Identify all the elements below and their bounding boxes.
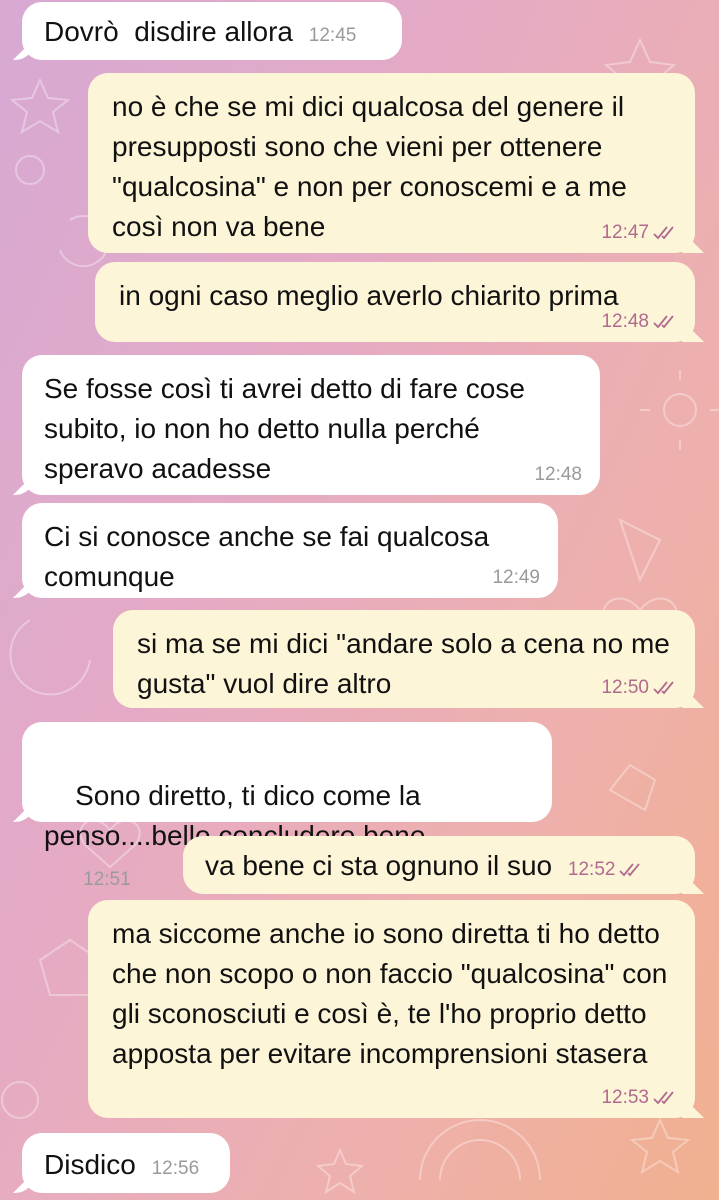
message-text: si ma se mi dici "andare solo a cena no … — [137, 628, 678, 699]
message-meta: 12:48 — [534, 465, 582, 485]
message-time: 12:45 — [308, 25, 357, 46]
message-bubble-incoming[interactable]: Dovrò disdire allora 12:45 — [22, 2, 402, 60]
message-meta: 12:52 — [568, 860, 644, 880]
message-text: Dovrò disdire allora — [44, 16, 293, 47]
message-bubble-outgoing[interactable]: no è che se mi dici qualcosa del genere … — [88, 73, 695, 253]
double-check-icon — [653, 226, 674, 240]
message-bubble-incoming[interactable]: Ci si conosce anche se fai qualcosa comu… — [22, 503, 558, 598]
message-text: ma siccome anche io sono diretta ti ho d… — [112, 918, 676, 1069]
message-time: 12:50 — [601, 677, 649, 698]
message-meta: 12:47 — [601, 223, 677, 243]
message-bubble-outgoing[interactable]: si ma se mi dici "andare solo a cena no … — [113, 610, 695, 708]
message-meta: 12:50 — [601, 678, 677, 698]
message-time: 12:51 — [83, 869, 131, 890]
message-text: no è che se mi dici qualcosa del genere … — [112, 91, 635, 242]
message-time: 12:56 — [151, 1158, 200, 1179]
message-text: in ogni caso meglio averlo chiarito prim… — [119, 280, 619, 311]
double-check-icon — [653, 1091, 674, 1105]
message-bubble-outgoing[interactable]: va bene ci sta ognuno il suo 12:52 — [183, 836, 695, 894]
message-time: 12:53 — [601, 1087, 649, 1108]
message-time: 12:47 — [601, 222, 649, 243]
message-bubble-outgoing[interactable]: ma siccome anche io sono diretta ti ho d… — [88, 900, 695, 1118]
message-text: Disdico — [44, 1149, 136, 1180]
message-time: 12:48 — [534, 464, 582, 485]
message-bubble-incoming[interactable]: Disdico 12:56 — [22, 1133, 230, 1193]
message-meta: 12:49 — [492, 568, 540, 588]
double-check-icon — [619, 863, 641, 877]
message-bubble-incoming[interactable]: Sono diretto, ti dico come la penso....b… — [22, 722, 552, 890]
message-bubble-incoming[interactable]: Se fosse così ti avrei detto di fare cos… — [22, 355, 600, 495]
message-meta: 12:48 — [601, 312, 677, 332]
message-bubble-outgoing[interactable]: in ogni caso meglio averlo chiarito prim… — [95, 262, 695, 342]
message-time: 12:52 — [567, 859, 616, 880]
message-text: va bene ci sta ognuno il suo — [205, 850, 553, 881]
message-text: Ci si conosce anche se fai qualcosa comu… — [44, 521, 497, 592]
double-check-icon — [653, 681, 674, 695]
message-meta: 12:53 — [601, 1088, 677, 1108]
message-text: Se fosse così ti avrei detto di fare cos… — [44, 373, 533, 484]
double-check-icon — [653, 315, 674, 329]
message-time: 12:48 — [601, 311, 649, 332]
message-time: 12:49 — [492, 567, 540, 588]
